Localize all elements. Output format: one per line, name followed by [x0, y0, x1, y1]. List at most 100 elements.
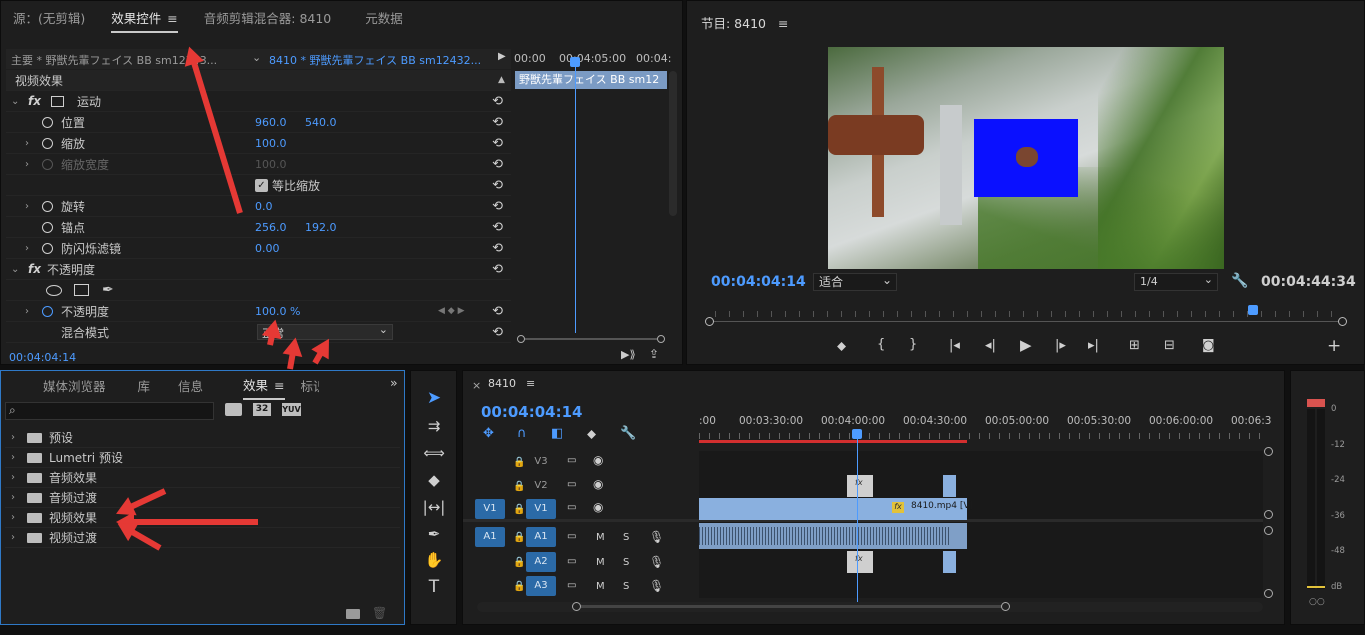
chevron-right-icon[interactable]: › — [25, 201, 29, 212]
play-only-icon[interactable]: ▶ — [498, 51, 506, 62]
effect-row-motion[interactable]: ⌄ fx 运动 ⟲ — [6, 91, 511, 112]
tab-metadata[interactable]: 元数据 — [365, 8, 403, 27]
go-to-in-icon[interactable]: |◂ — [949, 338, 960, 353]
add-marker-icon[interactable]: ⬥ — [587, 427, 596, 442]
effects-folder-item[interactable]: › 视频过渡 — [5, 528, 400, 548]
reset-icon[interactable]: ⟲ — [492, 178, 503, 193]
tab-source[interactable]: 源：(无剪辑) — [13, 8, 85, 27]
stopwatch-icon[interactable] — [42, 242, 53, 254]
source-patch-v1[interactable]: V1 — [475, 499, 505, 519]
position-x-value[interactable]: 960.0 — [255, 116, 287, 129]
sync-lock-icon[interactable]: ▭ — [567, 479, 576, 490]
overlay-clip-box[interactable] — [974, 119, 1078, 197]
effect-row-opacity[interactable]: ⌄ fx 不透明度 ⟲ — [6, 259, 511, 280]
chevron-right-icon[interactable]: › — [11, 472, 15, 483]
scroll-handle[interactable] — [657, 335, 665, 343]
reset-icon[interactable]: ⟲ — [492, 262, 503, 277]
chevron-right-icon[interactable]: › — [25, 138, 29, 149]
tab-audio-mixer[interactable]: 音频剪辑混合器: 8410 — [204, 8, 332, 27]
hand-tool-icon[interactable]: ✋ — [422, 551, 446, 573]
effects-search-input[interactable]: ⌕ — [5, 402, 214, 420]
track-label-a1[interactable]: A1 — [526, 527, 556, 547]
rotation-value[interactable]: 0.0 — [255, 200, 273, 213]
solo-left-icon[interactable]: ○○ — [1309, 597, 1325, 607]
track-label-v2[interactable]: V2 — [526, 476, 556, 496]
sync-lock-icon[interactable]: ▭ — [567, 455, 576, 466]
microphone-icon[interactable]: 🎙 — [649, 530, 664, 544]
scroll-handle[interactable] — [572, 602, 581, 611]
sync-lock-icon[interactable]: ▭ — [567, 531, 576, 542]
solo-button[interactable]: S — [623, 532, 629, 543]
selection-tool-icon[interactable]: ➤ — [422, 388, 446, 410]
scroll-thumb[interactable] — [581, 605, 1001, 608]
resolution-dropdown[interactable]: 1/4 ⌄ — [1134, 273, 1218, 291]
razor-tool-icon[interactable]: ◆ — [422, 471, 446, 493]
linked-selection-icon[interactable]: ◧ — [551, 426, 563, 441]
add-marker-icon[interactable]: ⬥ — [837, 339, 846, 354]
stopwatch-icon[interactable] — [42, 116, 53, 128]
track-select-tool-icon[interactable]: ⇉ — [422, 417, 446, 439]
tab-info[interactable]: 信息 — [178, 376, 203, 395]
clip-a2-right[interactable] — [943, 551, 956, 573]
reset-icon[interactable]: ⟲ — [492, 304, 503, 319]
scroll-handle[interactable] — [1001, 602, 1010, 611]
mini-scrollbar[interactable] — [669, 71, 677, 216]
slip-tool-icon[interactable]: |↔| — [422, 498, 446, 520]
mute-button[interactable]: M — [596, 581, 605, 592]
effects-folder-item[interactable]: › 视频效果 — [5, 508, 400, 528]
source-patch-a1[interactable]: A1 — [475, 527, 505, 547]
add-button-icon[interactable]: + — [1327, 336, 1341, 356]
reset-icon[interactable]: ⟲ — [492, 136, 503, 151]
export-icon[interactable]: ⇪ — [649, 347, 659, 361]
clip-v2-right[interactable] — [943, 475, 956, 497]
scroll-up-icon[interactable]: ▲ — [498, 75, 505, 85]
mark-out-icon[interactable]: } — [909, 337, 917, 352]
mute-button[interactable]: M — [596, 557, 605, 568]
v-zoom-handle[interactable] — [1264, 589, 1273, 598]
chevron-right-icon[interactable]: › — [25, 159, 29, 170]
chevron-right-icon[interactable]: › — [11, 532, 15, 543]
lock-icon[interactable]: 🔒 — [513, 457, 525, 468]
effects-folder-item[interactable]: › 预设 — [5, 428, 400, 448]
tab-media-browser[interactable]: 媒体浏览器 — [43, 376, 106, 395]
type-tool-icon[interactable]: T — [422, 577, 446, 599]
microphone-icon[interactable]: 🎙 — [649, 555, 664, 569]
new-bin-icon[interactable] — [346, 609, 360, 619]
chevron-down-icon[interactable]: ⌄ — [11, 264, 19, 275]
opacity-value[interactable]: 100.0 % — [255, 305, 300, 318]
stopwatch-icon[interactable] — [42, 221, 53, 233]
track-label-a3[interactable]: A3 — [526, 576, 556, 596]
clip-indicator[interactable] — [1307, 399, 1325, 407]
effects-folder-item[interactable]: › Lumetri 预设 — [5, 448, 400, 468]
track-label-a2[interactable]: A2 — [526, 552, 556, 572]
ellipse-mask-icon[interactable] — [46, 284, 62, 296]
scrub-end-handle[interactable] — [1338, 317, 1347, 326]
sequence-clip-label[interactable]: 8410 * 野獣先輩フェイス BB sm12432... — [269, 52, 494, 68]
reset-icon[interactable]: ⟲ — [492, 199, 503, 214]
panel-menu-icon[interactable]: ≡ — [274, 378, 284, 393]
effects-folder-item[interactable]: › 音频效果 — [5, 468, 400, 488]
solo-button[interactable]: S — [623, 557, 629, 568]
anchor-x-value[interactable]: 256.0 — [255, 221, 287, 234]
chevron-right-icon[interactable]: › — [11, 452, 15, 463]
wrench-icon[interactable]: 🔧 — [1231, 273, 1248, 289]
reset-icon[interactable]: ⟲ — [492, 94, 503, 109]
stopwatch-icon[interactable] — [42, 305, 53, 317]
track-label-v1[interactable]: V1 — [526, 499, 556, 519]
pen-tool-icon[interactable]: ✒ — [422, 525, 446, 547]
go-to-out-icon[interactable]: ▸| — [1088, 338, 1099, 353]
eye-icon[interactable]: ◉ — [593, 453, 603, 467]
clip-a2-left[interactable]: fx — [847, 551, 873, 573]
pen-mask-icon[interactable]: ✒ — [102, 282, 114, 298]
anchor-y-value[interactable]: 192.0 — [305, 221, 337, 234]
lock-icon[interactable]: 🔒 — [513, 481, 525, 492]
program-scrub-bar[interactable] — [705, 301, 1348, 331]
v-zoom-handle[interactable] — [1264, 510, 1273, 519]
reset-icon[interactable]: ⟲ — [492, 220, 503, 235]
scale-value[interactable]: 100.0 — [255, 137, 287, 150]
master-clip-dropdown[interactable]: 主要 * 野獣先輩フェイス BB sm12743... — [11, 52, 246, 68]
chevron-down-icon[interactable]: ⌄ — [11, 96, 19, 107]
tab-effect-controls[interactable]: 效果控件 ≡ — [111, 8, 178, 33]
clip-a1-audio[interactable] — [699, 523, 967, 549]
mini-h-scrollbar[interactable] — [517, 335, 665, 343]
